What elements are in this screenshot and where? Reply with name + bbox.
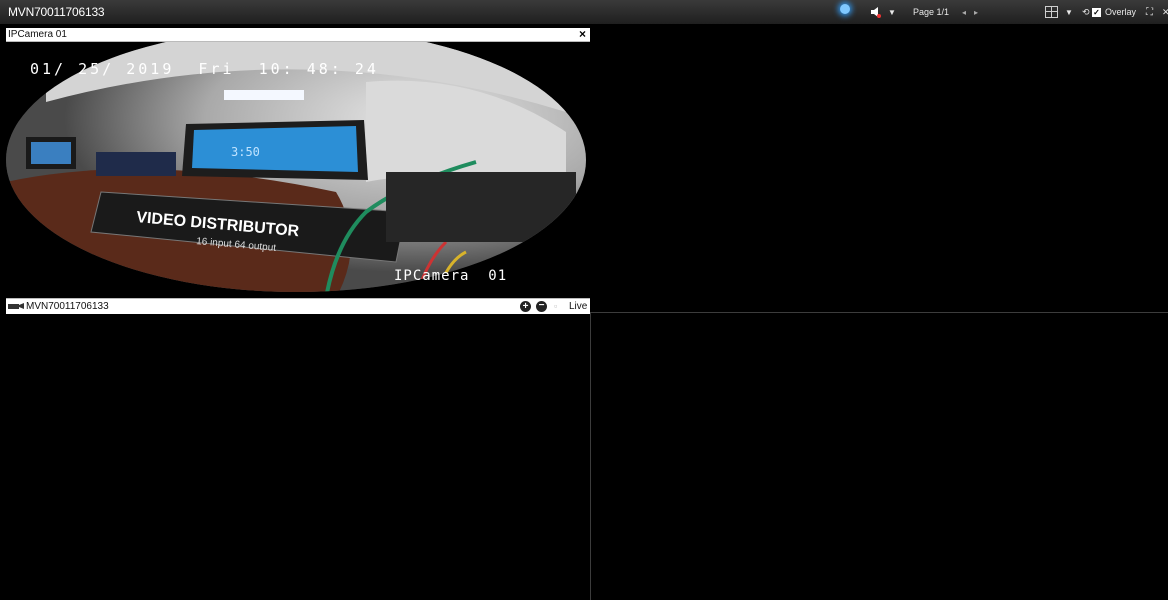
video-timestamp: 01/ 25/ 2019 Fri 10: 48: 24 bbox=[30, 60, 379, 78]
overlay-label: Overlay bbox=[1105, 7, 1137, 17]
video-camera-label: IPCamera 01 bbox=[394, 268, 508, 284]
pane-title: IPCamera 01 bbox=[8, 29, 67, 40]
live-mode-label: Live bbox=[569, 301, 588, 312]
zoom-out-icon[interactable]: − bbox=[536, 301, 547, 312]
overlay-toggle[interactable]: ✓ Overlay bbox=[1092, 4, 1136, 20]
grid-divider bbox=[590, 313, 591, 600]
prev-page-icon[interactable]: ◂ bbox=[962, 4, 966, 20]
fullscreen-icon[interactable]: ⛶ bbox=[1146, 4, 1153, 20]
close-icon[interactable]: ✕ bbox=[1162, 4, 1168, 20]
divider-icon: ▫ bbox=[554, 301, 558, 311]
close-icon[interactable]: × bbox=[579, 27, 586, 41]
monitor-text: 3:50 bbox=[231, 145, 260, 159]
page-indicator: Page 1/1 bbox=[913, 7, 950, 17]
camera-icon bbox=[8, 303, 24, 309]
video-pane-1[interactable]: IPCamera 01 × 3:50 VIDEO DISTRIBUTOR 16 … bbox=[6, 27, 590, 314]
layout-grid-icon bbox=[1045, 6, 1058, 18]
brightness-icon[interactable] bbox=[840, 4, 850, 20]
next-page-icon[interactable]: ▸ bbox=[974, 4, 978, 20]
device-title: MVN70011706133 bbox=[8, 5, 105, 19]
speaker-icon bbox=[870, 6, 882, 18]
pane-status-bar: MVN70011706133 + − ▫ Live bbox=[6, 298, 590, 314]
video-pane-3[interactable] bbox=[6, 315, 590, 600]
layout-dropdown[interactable]: ▼ bbox=[1045, 4, 1073, 20]
chevron-down-icon: ▼ bbox=[1065, 7, 1073, 17]
video-grid: IPCamera 01 × 3:50 VIDEO DISTRIBUTOR 16 … bbox=[0, 24, 1168, 600]
top-toolbar: MVN70011706133 ▼ Page 1/1 ◂ ▸ ▼ ⟲ ✓ Over… bbox=[0, 0, 1168, 24]
cycle-icon[interactable]: ⟲ bbox=[1082, 4, 1090, 20]
audio-dropdown[interactable]: ▼ bbox=[870, 4, 896, 20]
grid-divider bbox=[590, 312, 1168, 313]
overlay-checkbox[interactable]: ✓ bbox=[1092, 7, 1101, 17]
chevron-down-icon: ▼ bbox=[888, 7, 896, 17]
camera-video[interactable]: 3:50 VIDEO DISTRIBUTOR 16 input 64 outpu… bbox=[6, 42, 590, 298]
pane-header: IPCamera 01 × bbox=[6, 27, 590, 42]
pane-device-name: MVN70011706133 bbox=[26, 301, 109, 312]
zoom-in-icon[interactable]: + bbox=[520, 301, 531, 312]
video-pane-4[interactable] bbox=[592, 315, 1168, 600]
fisheye-image: 3:50 VIDEO DISTRIBUTOR 16 input 64 outpu… bbox=[6, 42, 586, 292]
video-pane-2[interactable] bbox=[592, 28, 1168, 313]
